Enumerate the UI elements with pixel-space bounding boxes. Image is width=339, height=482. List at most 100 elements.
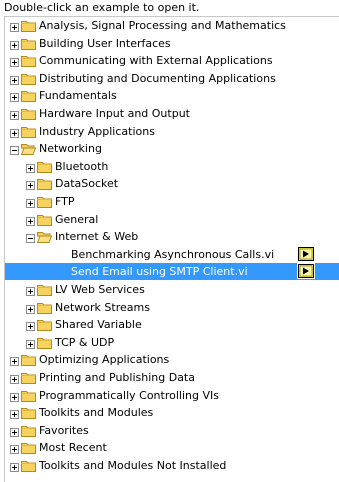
tree-item-vi[interactable]: Send Email using SMTP Client.vi <box>5 263 339 281</box>
tree-item-folder[interactable]: DataSocket <box>5 175 339 192</box>
tree-item-folder[interactable]: General <box>5 211 339 228</box>
tree-item-folder[interactable]: Favorites <box>5 422 339 439</box>
tree-item-label: Bluetooth <box>55 159 109 173</box>
tree-item-folder[interactable]: Printing and Publishing Data <box>5 369 339 386</box>
folder-icon <box>21 354 36 366</box>
expand-toggle-icon[interactable] <box>10 409 19 418</box>
expand-toggle-icon[interactable] <box>10 128 19 137</box>
tree-item-folder[interactable]: Networking <box>5 140 339 157</box>
tree-item-folder[interactable]: Shared Variable <box>5 316 339 333</box>
expand-toggle-icon[interactable] <box>10 356 19 365</box>
tree-item-label: Send Email using SMTP Client.vi <box>71 265 248 279</box>
folder-icon <box>37 214 52 226</box>
expand-toggle-icon[interactable] <box>26 304 35 313</box>
tree-item-label: Benchmarking Asynchronous Calls.vi <box>71 247 275 261</box>
tree-item-label: Communicating with External Applications <box>39 54 273 68</box>
tree-item-label: Hardware Input and Output <box>39 107 190 120</box>
tree-item-folder[interactable]: Toolkits and Modules Not Installed <box>5 457 339 474</box>
collapse-toggle-icon[interactable] <box>26 233 35 242</box>
examples-tree[interactable]: Analysis, Signal Processing and Mathemat… <box>4 16 339 482</box>
tree-item-label: Internet & Web <box>55 230 139 244</box>
vi-file-icon <box>297 263 315 280</box>
tree-item-folder[interactable]: Distributing and Documenting Application… <box>5 70 339 87</box>
folder-icon <box>21 90 36 102</box>
expand-toggle-icon[interactable] <box>10 392 19 401</box>
tree-item-label: Toolkits and Modules Not Installed <box>39 459 227 472</box>
tree-item-label: LV Web Services <box>55 283 145 296</box>
tree-item-folder[interactable]: Programmatically Controlling VIs <box>5 387 339 404</box>
folder-icon <box>21 425 36 437</box>
tree-item-label: Optimizing Applications <box>39 353 170 367</box>
folder-icon <box>37 196 52 208</box>
tree-item-folder[interactable]: Communicating with External Applications <box>5 52 339 69</box>
folder-icon <box>37 161 52 173</box>
tree-item-folder[interactable]: LV Web Services <box>5 281 339 298</box>
tree-item-vi[interactable]: Benchmarking Asynchronous Calls.vi <box>5 246 339 263</box>
tree-item-folder[interactable]: FTP <box>5 193 339 210</box>
tree-item-folder[interactable]: Internet & Web <box>5 228 339 245</box>
folder-icon <box>21 38 36 50</box>
expand-toggle-icon[interactable] <box>10 22 19 31</box>
expand-toggle-icon[interactable] <box>26 321 35 330</box>
expand-toggle-icon[interactable] <box>10 427 19 436</box>
expand-toggle-icon[interactable] <box>26 339 35 348</box>
folder-icon <box>37 284 52 296</box>
tree-item-label: TCP & UDP <box>55 335 115 349</box>
expand-toggle-icon[interactable] <box>26 163 35 172</box>
tree-item-folder[interactable]: TCP & UDP <box>5 334 339 351</box>
folder-open-icon <box>37 231 52 243</box>
tree-item-label: Analysis, Signal Processing and Mathemat… <box>39 19 286 32</box>
tree-item-folder[interactable]: Most Recent <box>5 439 339 456</box>
tree-item-label: Programmatically Controlling VIs <box>39 388 219 402</box>
tree-item-label: Favorites <box>39 423 89 437</box>
tree-item-label: Building User Interfaces <box>39 36 171 50</box>
folder-icon <box>37 178 52 190</box>
tree-item-label: Fundamentals <box>39 89 117 103</box>
tree-item-folder[interactable]: Optimizing Applications <box>5 351 339 368</box>
expand-toggle-icon[interactable] <box>26 286 35 295</box>
folder-icon <box>21 73 36 85</box>
folder-icon <box>37 302 52 314</box>
expand-toggle-icon[interactable] <box>10 92 19 101</box>
folder-icon <box>21 372 36 384</box>
expand-toggle-icon[interactable] <box>10 374 19 383</box>
tree-item-label: Shared Variable <box>55 318 142 332</box>
instruction-text: Double-click an example to open it. <box>4 1 200 14</box>
folder-open-icon <box>21 143 36 155</box>
tree-item-folder[interactable]: Hardware Input and Output <box>5 105 339 122</box>
tree-item-folder[interactable]: Network Streams <box>5 299 339 316</box>
expand-toggle-icon[interactable] <box>26 198 35 207</box>
folder-icon <box>21 442 36 454</box>
tree-item-label: Industry Applications <box>39 124 155 138</box>
tree-item-folder[interactable]: Analysis, Signal Processing and Mathemat… <box>5 17 339 34</box>
tree-item-folder[interactable]: Building User Interfaces <box>5 35 339 52</box>
tree-item-label: FTP <box>55 195 75 208</box>
tree-item-folder[interactable]: Fundamentals <box>5 87 339 104</box>
tree-item-folder[interactable]: Toolkits and Modules <box>5 404 339 421</box>
folder-icon <box>21 126 36 138</box>
expand-toggle-icon[interactable] <box>26 216 35 225</box>
tree-item-label: Most Recent <box>39 441 107 455</box>
tree-item-label: Toolkits and Modules <box>39 406 154 420</box>
expand-toggle-icon[interactable] <box>10 444 19 453</box>
tree-item-label: Network Streams <box>55 300 150 314</box>
folder-icon <box>21 390 36 402</box>
folder-icon <box>21 55 36 67</box>
folder-icon <box>21 460 36 472</box>
expand-toggle-icon[interactable] <box>10 40 19 49</box>
folder-icon <box>21 108 36 120</box>
expand-toggle-icon[interactable] <box>10 110 19 119</box>
collapse-toggle-icon[interactable] <box>10 145 19 154</box>
tree-item-label: DataSocket <box>55 177 119 191</box>
expand-toggle-icon[interactable] <box>10 462 19 471</box>
expand-toggle-icon[interactable] <box>26 180 35 189</box>
folder-icon <box>37 337 52 349</box>
expand-toggle-icon[interactable] <box>10 57 19 66</box>
tree-item-label: Printing and Publishing Data <box>39 371 195 384</box>
vi-file-icon <box>298 247 314 261</box>
tree-item-folder[interactable]: Industry Applications <box>5 123 339 140</box>
folder-icon <box>21 407 36 419</box>
tree-item-folder[interactable]: Bluetooth <box>5 158 339 175</box>
expand-toggle-icon[interactable] <box>10 75 19 84</box>
tree-item-label: Distributing and Documenting Application… <box>39 71 276 85</box>
